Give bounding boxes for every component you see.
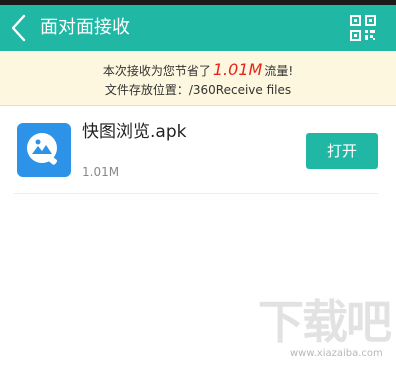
list-item: 快图浏览.apk 1.01M 打开 — [0, 106, 396, 194]
traffic-saved-notice: 本次接收为您节省了 1.01M 流量! 文件存放位置：/360Receive fil… — [0, 51, 396, 106]
title-bar: 面对面接收 — [0, 5, 396, 51]
watermark-logo: 下载吧 — [258, 295, 392, 349]
chevron-left-icon — [11, 14, 26, 42]
receive-screen: 面对面接收 本次接收为您节省了 1.01M 流量! 文件存放位置：/360Recei… — [0, 0, 396, 366]
watermark-url: www.xiazaiba.com — [290, 348, 383, 359]
qr-code-button[interactable] — [350, 15, 376, 41]
saved-prefix: 本次接收为您节省了 — [102, 64, 211, 78]
saved-traffic-text: 本次接收为您节省了 1.01M 流量! — [0, 60, 396, 81]
saved-amount: 1.01M — [212, 60, 263, 79]
file-size: 1.01M — [82, 165, 120, 179]
photo-viewer-app-icon — [17, 123, 71, 177]
list-divider — [14, 193, 378, 194]
storage-path: 文件存放位置：/360Receive files — [104, 83, 292, 97]
open-button[interactable]: 打开 — [306, 133, 378, 169]
page-title: 面对面接收 — [40, 17, 130, 38]
saved-suffix: 流量! — [264, 64, 294, 78]
qr-code-icon — [350, 15, 376, 41]
back-button[interactable] — [4, 10, 34, 46]
file-name: 快图浏览.apk — [82, 122, 187, 142]
